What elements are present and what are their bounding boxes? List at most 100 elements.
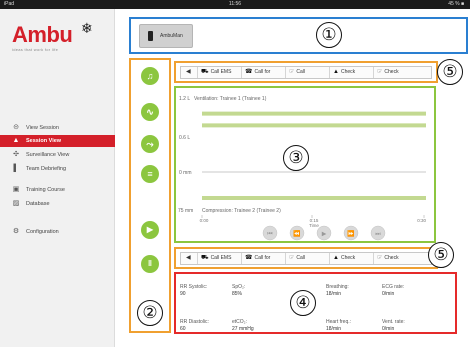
annotation-3: ③ [283,145,309,171]
vital-value: 27 mmHg [232,326,254,332]
action-label: Call EMS [210,69,232,75]
action-icon: ☎ [245,255,253,261]
vital-label: etCO₂: [232,319,247,325]
ventilation-y-tick: 0.6 L [179,135,190,141]
vital-6: Heart freq.: 18/min [326,319,351,333]
pause-button[interactable]: ‖ [141,255,159,273]
person-icon: ▲ [12,137,20,144]
course-icon: ▣ [12,186,20,193]
action-icon: ☎ [245,69,253,75]
action-label: Check [384,69,399,75]
brand-tagline: ideas that work for life [12,47,59,52]
action-icon: ☞ [377,69,383,75]
action-icon: ▲ [333,255,339,261]
action-label: Check [340,255,356,261]
action-call-for-button[interactable]: ☎ Call for [241,253,270,264]
action-icon: ▲ [333,69,339,75]
sidebar-item-label: Configuration [26,229,59,235]
back-arrow-icon[interactable]: ◀ [183,253,191,264]
action-bar-bottom-inner: ◀ ⛟ Call EMS ☎ Call for ☞ Call ▲ Check ☞ Check [180,252,432,265]
action-icon: ⛟ [201,69,209,75]
brand-name: Ambu [12,22,73,47]
action-bar-top: ◀ ⛟ Call EMS ☎ Call for ☞ Call ▲ Check ☞ Check [174,61,438,83]
annotation-5-bottom: ⑤ [428,242,454,268]
action-label: Call [296,255,306,261]
vital-2: Breathing: 18/min [326,284,349,298]
vital-value: 0/min [382,326,395,332]
status-bar: iPad 11:56 45 % ■ [0,0,470,9]
sidebar-item-view-session[interactable]: ⊝ View Session [0,122,115,134]
vital-value: 18/min [326,291,342,297]
control-column [129,58,171,333]
vital-value: 0/min [382,291,395,297]
vital-label: Heart freq.: [326,319,352,325]
sidebar-item-configuration[interactable]: ⚙ Configuration [0,226,115,238]
action-label: Check [384,255,399,261]
sidebar-item-team-debriefing[interactable]: ▌ Team Debriefing [0,163,115,175]
action-icon: ☞ [289,69,295,75]
sidebar-item-label: Session View [26,138,62,144]
playback-icon: ⏭ [375,232,381,238]
vital-label: RR Systolic: [180,284,208,290]
vital-7: Vent. rate: 0/min [382,319,405,333]
x-tick-label: 0:00 [200,218,209,223]
vital-label: SpO₂: [232,284,246,290]
shuffle-button[interactable]: ⤳ [141,135,159,153]
vital-4: RR Diastolic: 60 [180,319,209,333]
database-icon: ▨ [12,200,20,207]
vital-3: ECG rate: 0/min [382,284,404,298]
sidebar-item-label: Training Course [26,187,65,193]
annotation-4: ④ [290,290,316,316]
ventilation-y-tick: 1.2 L [179,96,190,102]
sidebar-item-label: Team Debriefing [26,166,67,172]
annotation-5-top: ⑤ [437,59,463,85]
snowflake-star-icon: ❄ [81,20,93,36]
action-bar-top-inner: ◀ ⛟ Call EMS ☎ Call for ☞ Call ▲ Check ☞ Check [180,66,432,79]
sidebar-item-session-view[interactable]: ▲ Session View [0,135,115,147]
back-arrow-icon[interactable]: ◀ [183,67,191,78]
vital-label: Vent. rate: [382,319,405,325]
sidebar [0,9,115,347]
action-bar-bottom: ◀ ⛟ Call EMS ☎ Call for ☞ Call ▲ Check ☞ Check [174,247,438,269]
device-button[interactable]: AmbuMan [139,24,193,48]
phone-icon [148,31,153,41]
play-button[interactable]: ▶ [141,221,159,239]
battery-label: 45 % ■ [448,1,464,7]
action-icon: ☞ [289,255,295,261]
sidebar-item-label: Surveillance View [26,152,70,158]
vital-label: ECG rate: [382,284,405,290]
action-call-for-button[interactable]: ☎ Call for [241,67,270,78]
action-check-button[interactable]: ▲ Check [329,67,355,78]
vital-5: etCO₂: 27 mmHg [232,319,254,333]
notebook-icon: ▌ [13,165,19,172]
heartbeat-button[interactable]: ∿ [141,103,159,121]
action-check-button[interactable]: ☞ Check [373,253,399,264]
list-button[interactable]: ≡ [141,165,159,183]
action-icon: ☞ [377,255,383,261]
action-label: Call for [254,255,271,261]
action-call-ems-button[interactable]: ⛟ Call EMS [197,67,231,78]
vital-label: RR Diastolic: [180,319,209,325]
compression-y-tick: 75 mm [178,208,193,214]
action-call-button[interactable]: ☞ Call [285,253,305,264]
sidebar-item-surveillance-view[interactable]: ✣ Surveillance View [0,149,115,161]
music-button[interactable]: ♫ [141,67,159,85]
action-check-button[interactable]: ▲ Check [329,253,355,264]
annotation-1: ① [316,22,342,48]
vital-value: 18/min [326,326,342,332]
vital-value: 60 [180,326,186,332]
playback-icon: ▶ [322,232,327,238]
action-call-button[interactable]: ☞ Call [285,67,305,78]
playback-icon: ⏩ [347,230,355,238]
ambu-logo: Ambu ideas that work for life ❄ [12,20,107,54]
action-label: Check [340,69,356,75]
ventilation-y-tick: 0 mm [179,170,192,176]
action-icon: ⛟ [201,255,209,261]
action-call-ems-button[interactable]: ⛟ Call EMS [197,253,231,264]
sidebar-item-database[interactable]: ▨ Database [0,198,115,210]
playback-icon: ⏮ [267,232,273,238]
sidebar-item-training-course[interactable]: ▣ Training Course [0,184,115,196]
gear-icon: ⚙ [12,228,20,235]
action-check-button[interactable]: ☞ Check [373,67,399,78]
sidebar-item-label: Database [26,201,50,207]
